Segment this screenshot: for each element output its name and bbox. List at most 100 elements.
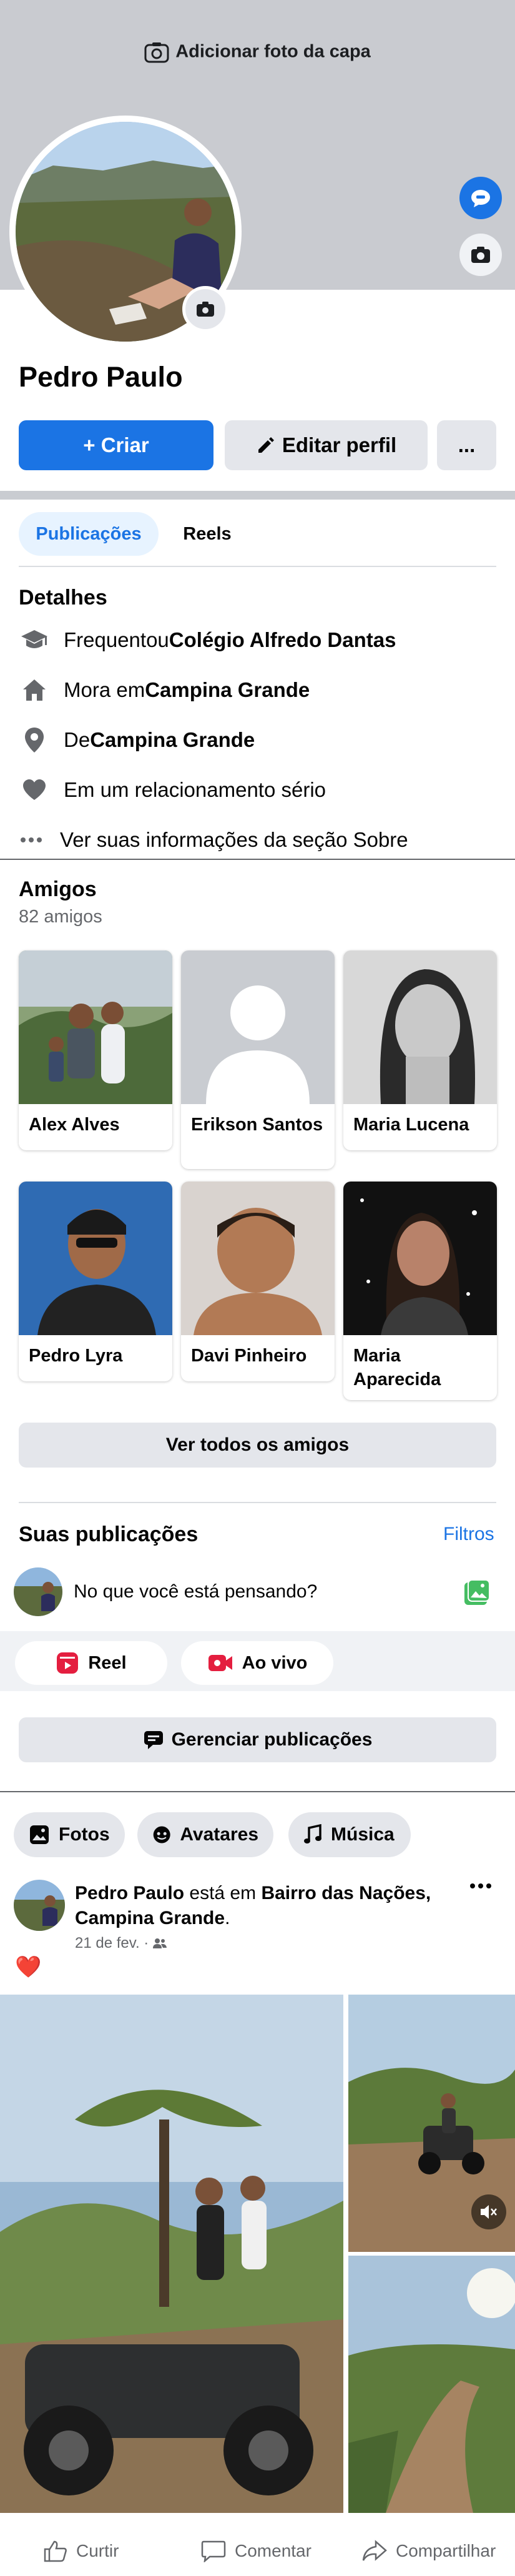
post-header-connector: está em xyxy=(184,1883,262,1903)
post-author-name[interactable]: Pedro Paulo xyxy=(75,1883,184,1903)
comment-icon xyxy=(201,2540,226,2562)
mute-button[interactable] xyxy=(471,2194,506,2229)
reel-label: Reel xyxy=(88,1652,127,1673)
detail-value: Colégio Alfredo Dantas xyxy=(169,628,396,651)
photos-chip[interactable]: Fotos xyxy=(14,1812,125,1857)
tab-label: Reels xyxy=(183,523,232,544)
live-button[interactable]: Ao vivo xyxy=(181,1641,333,1685)
add-cover-label: Adicionar foto da capa xyxy=(175,41,371,62)
detail-prefix: De xyxy=(64,728,91,751)
avatar-icon xyxy=(153,1826,170,1843)
manage-posts-label: Gerenciar publicações xyxy=(171,1729,373,1750)
tab-reels[interactable]: Reels xyxy=(169,512,246,556)
friends-audience-icon xyxy=(153,1938,167,1948)
edit-profile-label: Editar perfil xyxy=(282,433,397,456)
share-icon xyxy=(362,2540,387,2561)
messenger-avatar-button[interactable] xyxy=(459,177,502,219)
friend-name: Pedro Lyra xyxy=(29,1346,123,1366)
see-all-friends-label: Ver todos os amigos xyxy=(165,1434,350,1455)
share-label: Compartilhar xyxy=(396,2541,496,2560)
friend-photo xyxy=(19,1182,172,1335)
divider xyxy=(19,566,496,567)
create-label: + Criar xyxy=(83,433,149,456)
friends-count: 82 amigos xyxy=(19,907,102,927)
post-main-photo[interactable] xyxy=(0,1995,343,2513)
friend-card[interactable]: Maria Lucena xyxy=(343,950,497,1150)
reel-button[interactable]: Reel xyxy=(15,1641,167,1685)
change-profile-photo-button[interactable] xyxy=(182,286,228,332)
friend-card[interactable]: Maria Aparecida xyxy=(343,1182,497,1400)
post-reaction[interactable]: ❤️ xyxy=(15,1955,41,1980)
add-cover-photo-button[interactable]: Adicionar foto da capa xyxy=(0,41,515,64)
composer-input[interactable]: No que você está pensando? xyxy=(74,1581,317,1602)
see-all-friends-button[interactable]: Ver todos os amigos xyxy=(19,1423,496,1468)
speaker-muted-icon xyxy=(481,2205,497,2219)
more-options-button[interactable]: ... xyxy=(437,420,496,470)
avatars-chip[interactable]: Avatares xyxy=(137,1812,273,1857)
post-photo-3[interactable] xyxy=(348,2256,515,2513)
divider xyxy=(0,859,515,860)
tab-publicacoes[interactable]: Publicações xyxy=(19,512,159,556)
post-author-avatar[interactable] xyxy=(14,1880,65,1931)
friend-name: Maria Lucena xyxy=(353,1115,469,1135)
details-title: Detalhes xyxy=(19,586,107,609)
like-button[interactable]: Curtir xyxy=(44,2529,119,2573)
chip-label: Música xyxy=(331,1824,395,1845)
chat-bubble-icon xyxy=(471,190,490,207)
friend-card[interactable]: Alex Alves xyxy=(19,950,172,1150)
friend-card[interactable]: Erikson Santos xyxy=(181,950,335,1169)
detail-relationship: Em um relacionamento sério xyxy=(19,774,326,806)
photos-icon xyxy=(30,1825,49,1844)
like-label: Curtir xyxy=(76,2541,119,2560)
create-button[interactable]: + Criar xyxy=(19,420,213,470)
camera-button[interactable] xyxy=(459,234,502,276)
detail-value: Campina Grande xyxy=(90,728,255,751)
edit-profile-button[interactable]: Editar perfil xyxy=(225,420,428,470)
friend-card[interactable]: Davi Pinheiro xyxy=(181,1182,335,1381)
camera-icon xyxy=(197,302,214,317)
music-note-icon xyxy=(304,1824,321,1843)
comment-label: Comentar xyxy=(235,2541,311,2560)
post-date: 21 de fev. · xyxy=(75,1935,149,1952)
section-divider xyxy=(0,491,515,500)
friend-photo xyxy=(343,1182,497,1335)
divider xyxy=(19,1502,496,1503)
friend-photo xyxy=(181,1182,335,1335)
share-button[interactable]: Compartilhar xyxy=(362,2529,496,2573)
friend-name: Maria Aparecida xyxy=(353,1346,441,1389)
divider xyxy=(0,1791,515,1792)
tab-label: Publicações xyxy=(36,523,142,544)
photo-icon[interactable] xyxy=(463,1579,491,1609)
manage-posts-button[interactable]: Gerenciar publicações xyxy=(19,1717,496,1762)
post-options-button[interactable] xyxy=(469,1881,492,1892)
comment-button[interactable]: Comentar xyxy=(201,2529,311,2573)
detail-lives-in: Mora em Campina Grande xyxy=(19,674,310,706)
live-label: Ao vivo xyxy=(242,1652,308,1673)
more-dots-icon xyxy=(21,837,42,842)
post-photo-2[interactable] xyxy=(348,1995,515,2252)
manage-posts-icon xyxy=(144,1731,163,1749)
camera-icon xyxy=(144,42,169,63)
pencil-icon xyxy=(258,437,274,453)
friend-card[interactable]: Pedro Lyra xyxy=(19,1182,172,1381)
detail-prefix: Frequentou xyxy=(64,628,169,651)
friend-name: Alex Alves xyxy=(29,1115,120,1135)
music-chip[interactable]: Música xyxy=(288,1812,411,1857)
chip-label: Fotos xyxy=(59,1824,110,1845)
home-icon xyxy=(23,679,46,701)
detail-from: De Campina Grande xyxy=(19,724,255,756)
graduation-cap-icon xyxy=(21,630,47,648)
post-header-text: Pedro Paulo está em Bairro das Nações, C… xyxy=(75,1881,449,1931)
friend-photo xyxy=(19,950,172,1104)
friend-name: Davi Pinheiro xyxy=(191,1346,307,1366)
see-about-label: Ver suas informações da seção Sobre xyxy=(60,828,408,851)
location-pin-icon xyxy=(25,728,44,753)
post-header-end: . xyxy=(225,1908,230,1928)
profile-name: Pedro Paulo xyxy=(19,361,183,393)
friend-photo xyxy=(343,950,497,1104)
post-meta: 21 de fev. · xyxy=(75,1935,167,1952)
composer-avatar xyxy=(14,1567,62,1616)
filters-link[interactable]: Filtros xyxy=(443,1524,494,1545)
see-about-info-link[interactable]: Ver suas informações da seção Sobre xyxy=(19,824,408,856)
reel-icon xyxy=(57,1652,79,1674)
